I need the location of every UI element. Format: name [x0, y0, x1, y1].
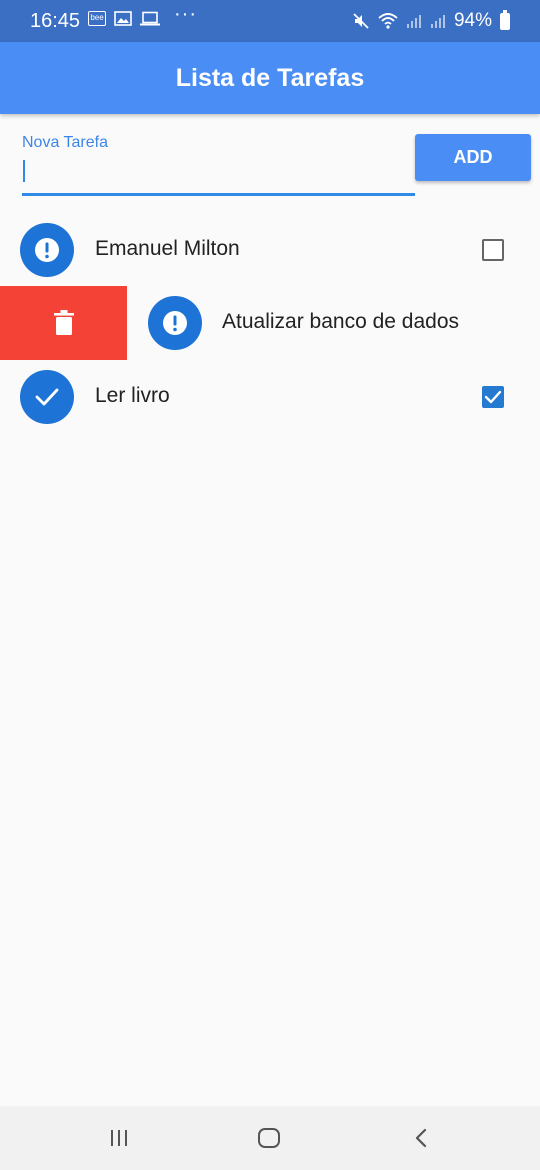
task-checkbox[interactable]	[482, 239, 504, 261]
new-task-label: Nova Tarefa	[22, 134, 108, 151]
new-task-field[interactable]: Nova Tarefa	[22, 126, 415, 200]
task-row-swiping[interactable]: Atualizar banco de dados	[127, 286, 540, 358]
laptop-icon	[140, 11, 160, 26]
battery-icon	[500, 9, 510, 30]
recent-apps-icon[interactable]	[104, 1124, 134, 1152]
app-bar: Lista de Tarefas	[0, 42, 540, 114]
task-title: Ler livro	[95, 384, 170, 407]
bee-app-icon: bee	[88, 11, 106, 26]
exclamation-icon	[148, 296, 202, 350]
status-bar: 16:45 bee ··· 94%	[0, 0, 540, 42]
notification-icons: bee ···	[88, 3, 197, 26]
back-icon[interactable]	[406, 1124, 436, 1152]
add-button[interactable]: ADD	[415, 134, 531, 181]
image-icon	[114, 11, 132, 26]
task-row[interactable]: Emanuel Milton	[0, 212, 540, 284]
delete-background	[0, 286, 127, 360]
new-task-input[interactable]	[22, 156, 415, 196]
navigation-bar	[0, 1106, 540, 1170]
signal-icon-2	[430, 15, 445, 28]
signal-icon-1	[406, 15, 421, 28]
home-icon[interactable]	[254, 1124, 284, 1152]
status-time: 16:45	[30, 10, 81, 32]
task-title: Atualizar banco de dados	[222, 310, 459, 333]
exclamation-icon	[20, 223, 74, 277]
wifi-icon	[378, 13, 398, 29]
text-caret	[23, 160, 25, 182]
task-title: Emanuel Milton	[95, 237, 240, 260]
page-title: Lista de Tarefas	[175, 64, 365, 92]
task-row[interactable]: Ler livro	[0, 360, 540, 432]
status-right: 94%	[352, 9, 510, 32]
more-notifications-icon: ···	[174, 3, 197, 25]
check-icon	[20, 370, 74, 424]
battery-percent: 94%	[453, 10, 492, 31]
trash-icon	[53, 310, 74, 335]
task-checkbox-checked[interactable]	[482, 386, 504, 408]
mute-icon	[353, 13, 369, 29]
